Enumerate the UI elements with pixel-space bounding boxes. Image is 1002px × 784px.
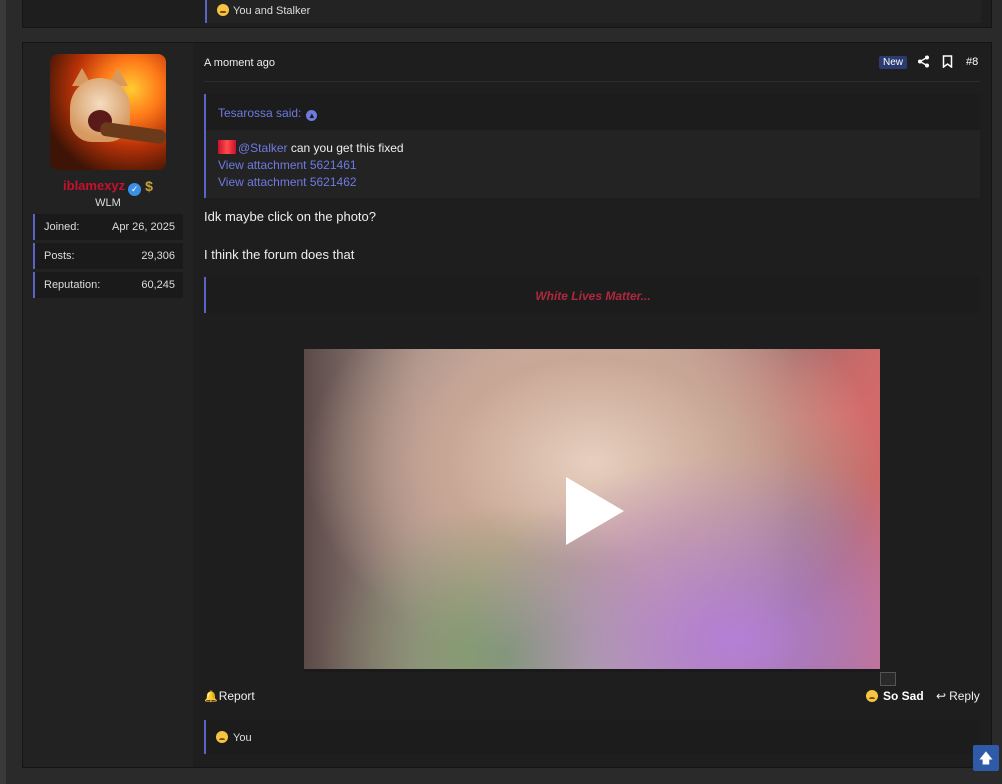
verified-icon: ✓ xyxy=(128,183,142,196)
arrow-up-icon[interactable]: 🡅 xyxy=(973,745,999,771)
quote-author: Tesarossa said: xyxy=(218,106,302,120)
stat-joined: Joined: Apr 26, 2025 xyxy=(33,214,183,240)
dollar-badge-icon: $ xyxy=(145,178,153,194)
stat-reputation: Reputation: 60,245 xyxy=(33,272,183,298)
sad-emoji-icon xyxy=(216,731,228,743)
post-number-link[interactable]: #8 xyxy=(966,56,978,68)
user-title: WLM xyxy=(95,197,121,209)
reply-icon: ↩ xyxy=(936,689,947,703)
user-info-column: iblamexyz ✓ $ WLM Joined: Apr 26, 2025 Pos… xyxy=(23,43,193,767)
reaction-button[interactable]: So Sad xyxy=(866,689,924,703)
arrow-up-circle-icon[interactable]: ▲ xyxy=(306,110,318,121)
reply-label: Reply xyxy=(949,689,980,703)
sad-emoji-icon xyxy=(866,690,878,702)
post-body-line: I think the forum does that xyxy=(204,247,355,262)
post-timestamp[interactable]: A moment ago xyxy=(204,57,275,69)
bell-icon: 🔔 xyxy=(204,691,218,703)
window-edge xyxy=(0,0,6,784)
quote-block: Tesarossa said: ▲ @Stalker can you get th… xyxy=(204,94,980,198)
share-icon[interactable] xyxy=(916,55,930,69)
reply-button[interactable]: ↩ Reply xyxy=(936,689,980,703)
signature-text: White Lives Matter... xyxy=(535,289,651,303)
quote-text: @Stalker can you get this fixed xyxy=(218,140,404,155)
stat-value: Apr 26, 2025 xyxy=(112,221,175,233)
previous-post: You and Stalker xyxy=(22,0,992,28)
video-player[interactable] xyxy=(304,349,880,672)
forum-post: iblamexyz ✓ $ WLM Joined: Apr 26, 2025 Pos… xyxy=(22,42,992,768)
previous-post-reactions[interactable]: You and Stalker xyxy=(205,0,981,23)
laugh-emoji-icon xyxy=(217,4,229,16)
play-icon[interactable] xyxy=(566,477,624,545)
username-link[interactable]: iblamexyz xyxy=(63,178,125,193)
video-progress-bar[interactable] xyxy=(304,669,880,672)
reaction-label: So Sad xyxy=(883,689,924,703)
mini-avatar-icon xyxy=(218,140,236,154)
quote-body: can you get this fixed xyxy=(287,141,404,155)
post-main: A moment ago New #8 Tesarossa said: ▲ @St… xyxy=(204,43,980,767)
stat-value: 29,306 xyxy=(141,250,175,262)
signature: White Lives Matter... xyxy=(204,277,980,313)
username-row: iblamexyz ✓ $ xyxy=(23,178,193,196)
stat-posts: Posts: 29,306 xyxy=(33,243,183,269)
stat-label: Joined: xyxy=(44,221,80,233)
attachment-link-1[interactable]: View attachment 5621461 xyxy=(218,158,357,172)
picture-in-picture-icon[interactable] xyxy=(880,672,896,686)
new-badge: New xyxy=(879,56,908,69)
stat-label: Posts: xyxy=(44,250,75,262)
stat-value: 60,245 xyxy=(141,279,175,291)
post-body-line: Idk maybe click on the photo? xyxy=(204,209,376,224)
reactions-text: You xyxy=(233,732,252,744)
header-divider xyxy=(204,81,980,82)
attachment-link-2[interactable]: View attachment 5621462 xyxy=(218,175,357,189)
reactions-bar[interactable]: You xyxy=(204,720,980,754)
avatar[interactable] xyxy=(50,54,166,170)
report-button[interactable]: 🔔Report xyxy=(204,689,255,703)
bookmark-icon[interactable] xyxy=(940,55,954,69)
report-label: Report xyxy=(218,689,255,703)
stat-label: Reputation: xyxy=(44,279,101,291)
quote-header[interactable]: Tesarossa said: ▲ xyxy=(206,94,980,130)
previous-post-reactions-text: You and Stalker xyxy=(233,5,311,17)
mention-link[interactable]: @Stalker xyxy=(238,141,288,155)
